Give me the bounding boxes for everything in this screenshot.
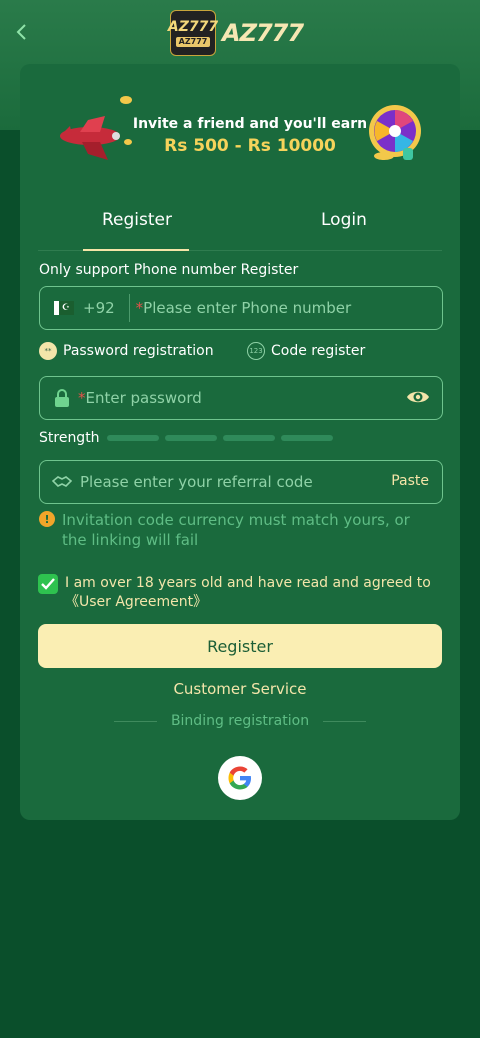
- password-registration-label: Password registration: [63, 343, 214, 359]
- code-register-option[interactable]: 123 Code register: [247, 342, 365, 360]
- promo-banner[interactable]: Invite a friend and you'll earn Rs 500 -…: [40, 86, 440, 176]
- phone-field[interactable]: ☪ +92 *Please enter Phone number: [39, 286, 443, 330]
- lock-icon: [55, 389, 69, 407]
- strength-bar: [164, 435, 217, 441]
- customer-service-link[interactable]: Customer Service: [0, 680, 480, 698]
- register-button[interactable]: Register: [38, 624, 442, 668]
- agreement-row: I am over 18 years old and have read and…: [38, 574, 443, 612]
- password-field[interactable]: *Enter password: [39, 376, 443, 420]
- handshake-icon: [52, 476, 72, 487]
- password-icon: **: [39, 342, 57, 360]
- country-code[interactable]: +92: [83, 299, 115, 317]
- eye-icon[interactable]: [406, 387, 430, 407]
- referral-input[interactable]: Please enter your referral code: [80, 473, 313, 491]
- strength-label: Strength: [39, 430, 100, 446]
- binding-label: Binding registration: [170, 713, 310, 729]
- strength-bar: [222, 435, 275, 441]
- tab-login[interactable]: Login: [321, 210, 367, 230]
- pakistan-flag-icon[interactable]: ☪: [54, 301, 74, 315]
- registration-options: ** Password registration 123 Code regist…: [39, 342, 441, 362]
- active-tab-indicator: [83, 249, 189, 251]
- check-icon: [41, 578, 55, 590]
- google-icon: [228, 766, 251, 790]
- support-label: Only support Phone number Register: [39, 262, 299, 278]
- logo-wordmark: AZ777: [222, 19, 304, 47]
- divider: [128, 294, 130, 322]
- banner-headline: Invite a friend and you'll earn: [132, 116, 368, 132]
- google-login-button[interactable]: [218, 756, 262, 800]
- strength-bar: [106, 435, 159, 441]
- warning-icon: !: [39, 511, 55, 527]
- password-strength: Strength: [39, 430, 333, 446]
- referral-field[interactable]: Please enter your referral code Paste: [39, 460, 443, 504]
- prize-wheel-icon: [369, 105, 421, 160]
- banner-amount: Rs 500 - Rs 10000: [164, 136, 336, 156]
- agreement-statement: I am over 18 years old and have read and…: [65, 575, 431, 591]
- logo-badge-text: AZ777: [167, 18, 219, 35]
- user-agreement-link[interactable]: 《User Agreement》: [65, 594, 207, 610]
- paste-button[interactable]: Paste: [391, 473, 429, 489]
- tab-register[interactable]: Register: [102, 210, 172, 230]
- auth-tabs: Register Login: [38, 200, 442, 251]
- divider-line: [323, 720, 367, 722]
- code-register-label: Code register: [271, 343, 366, 359]
- binding-registration: Binding registration: [114, 713, 367, 729]
- app-logo: AZ777 AZ777 AZ777: [167, 10, 315, 56]
- logo-badge-sub: AZ777: [175, 36, 211, 47]
- phone-input[interactable]: *Please enter Phone number: [136, 299, 352, 317]
- divider-line: [114, 720, 157, 722]
- back-button[interactable]: [10, 20, 34, 44]
- strength-bar: [280, 435, 333, 441]
- agreement-checkbox[interactable]: [38, 574, 58, 594]
- password-registration-option[interactable]: ** Password registration: [39, 342, 214, 360]
- logo-badge: AZ777 AZ777: [167, 10, 219, 56]
- back-arrow-icon: [16, 24, 26, 40]
- warning-text: Invitation code currency must match your…: [62, 511, 410, 549]
- currency-warning: ! Invitation code currency must match yo…: [39, 510, 439, 550]
- agreement-text: I am over 18 years old and have read and…: [65, 574, 443, 612]
- password-input[interactable]: *Enter password: [78, 389, 202, 407]
- code-icon: 123: [247, 342, 265, 360]
